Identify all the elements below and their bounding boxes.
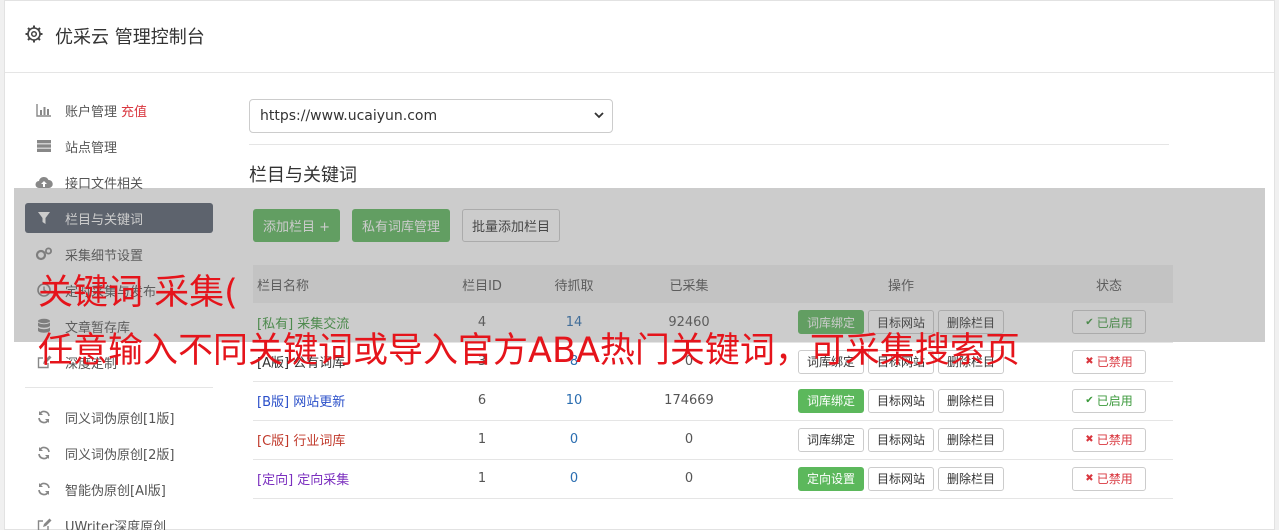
sidebar-item-synonym-v1[interactable]: 同义词伪原创[1版] — [25, 402, 213, 432]
target-site-button[interactable]: 目标网站 — [867, 388, 934, 413]
column-name-link[interactable]: [定向] 定向采集 — [253, 459, 437, 498]
column-id: 6 — [477, 393, 487, 408]
sidebar-item-label: 同义词伪原创[2版] — [65, 447, 175, 463]
row-status: ✖ 已禁用 — [1045, 459, 1173, 498]
column-id: 1 — [477, 432, 487, 447]
table-row: [定向] 定向采集 1 0 0 定向设置 目标网站 删除栏目 ✖ 已禁用 — [253, 459, 1173, 498]
status-toggle[interactable]: ✖ 已禁用 — [1072, 349, 1146, 374]
header: 优采云 管理控制台 — [5, 1, 1274, 73]
pending-count[interactable]: 10 — [527, 381, 621, 420]
row-status: ✔ 已启用 — [1045, 381, 1173, 420]
target-site-button[interactable]: 目标网站 — [867, 427, 934, 452]
gear-icon — [25, 25, 43, 47]
sidebar-item-uwriter[interactable]: UWriter深度原创 — [25, 510, 213, 530]
sidebar-item-label: 账户管理 — [65, 104, 118, 120]
site-select-value: https://www.ucaiyun.com — [260, 108, 438, 124]
collected-count: 174669 — [664, 393, 714, 408]
main-content: https://www.ucaiyun.com 栏目与关键词 添加栏目 + 私有… — [249, 99, 1173, 498]
delete-column-button[interactable]: 删除栏目 — [938, 427, 1005, 452]
chevron-down-icon — [592, 108, 606, 126]
delete-column-button[interactable]: 删除栏目 — [938, 466, 1005, 491]
bind-lib-button[interactable]: 定向设置 — [797, 466, 864, 491]
status-label: 已禁用 — [1096, 355, 1133, 369]
page-title: 优采云 管理控制台 — [55, 27, 205, 48]
server-icon — [35, 138, 53, 154]
column-name-link[interactable]: [B版] 网站更新 — [253, 381, 437, 420]
screenshot-overlay — [14, 188, 1265, 342]
status-toggle[interactable]: ✖ 已禁用 — [1072, 427, 1146, 452]
row-status: ✖ 已禁用 — [1045, 342, 1173, 381]
refresh-icon — [35, 481, 53, 497]
cross-icon: ✖ — [1085, 356, 1094, 367]
sidebar-item-sites[interactable]: 站点管理 — [25, 131, 213, 161]
status-toggle[interactable]: ✔ 已启用 — [1072, 388, 1146, 413]
check-icon: ✔ — [1085, 395, 1094, 406]
sidebar-item-label: UWriter深度原创 — [65, 519, 167, 530]
sidebar-divider — [25, 387, 213, 388]
row-actions: 词库绑定 目标网站 删除栏目 — [757, 420, 1045, 459]
sidebar-item-synonym-v2[interactable]: 同义词伪原创[2版] — [25, 438, 213, 468]
sidebar-item-label: 同义词伪原创[1版] — [65, 411, 175, 427]
recharge-link[interactable]: 充值 — [121, 101, 147, 120]
target-site-button[interactable]: 目标网站 — [867, 466, 934, 491]
pending-count[interactable]: 0 — [527, 420, 621, 459]
sidebar-item-label: 站点管理 — [65, 140, 118, 156]
refresh-icon — [35, 409, 53, 425]
edit-icon — [35, 517, 53, 530]
section-title: 栏目与关键词 — [249, 165, 357, 186]
collected-count: 0 — [684, 471, 694, 486]
refresh-icon — [35, 445, 53, 461]
overlay-caption-line1: 关键词 采集( — [38, 273, 238, 313]
cross-icon: ✖ — [1085, 434, 1094, 445]
status-label: 已启用 — [1096, 394, 1133, 408]
bind-lib-button[interactable]: 词库绑定 — [797, 427, 864, 452]
pending-count[interactable]: 0 — [527, 459, 621, 498]
site-select[interactable]: https://www.ucaiyun.com — [249, 99, 613, 133]
column-name-link[interactable]: [C版] 行业词库 — [253, 420, 437, 459]
bind-lib-button[interactable]: 词库绑定 — [797, 388, 864, 413]
status-label: 已禁用 — [1096, 472, 1133, 486]
row-actions: 定向设置 目标网站 删除栏目 — [757, 459, 1045, 498]
sidebar-item-account[interactable]: 账户管理 充值 — [25, 95, 213, 125]
divider — [249, 144, 1169, 145]
collected-count: 0 — [684, 432, 694, 447]
sidebar-item-label: 智能伪原创[AI版] — [65, 483, 166, 499]
table-row: [B版] 网站更新 6 10 174669 词库绑定 目标网站 删除栏目 ✔ 已启用 — [253, 381, 1173, 420]
status-toggle[interactable]: ✖ 已禁用 — [1072, 466, 1146, 491]
sidebar-item-ai-rewrite[interactable]: 智能伪原创[AI版] — [25, 474, 213, 504]
status-label: 已禁用 — [1096, 433, 1133, 447]
delete-column-button[interactable]: 删除栏目 — [938, 388, 1005, 413]
bar-chart-icon — [35, 102, 53, 118]
cross-icon: ✖ — [1085, 473, 1094, 484]
table-row: [C版] 行业词库 1 0 0 词库绑定 目标网站 删除栏目 ✖ 已禁用 — [253, 420, 1173, 459]
overlay-caption-line2: 任意输入不同关键词或导入官方ABA热门关键词，可采集搜索页 — [38, 331, 1020, 371]
row-status: ✖ 已禁用 — [1045, 420, 1173, 459]
column-id: 1 — [477, 471, 487, 486]
row-actions: 词库绑定 目标网站 删除栏目 — [757, 381, 1045, 420]
